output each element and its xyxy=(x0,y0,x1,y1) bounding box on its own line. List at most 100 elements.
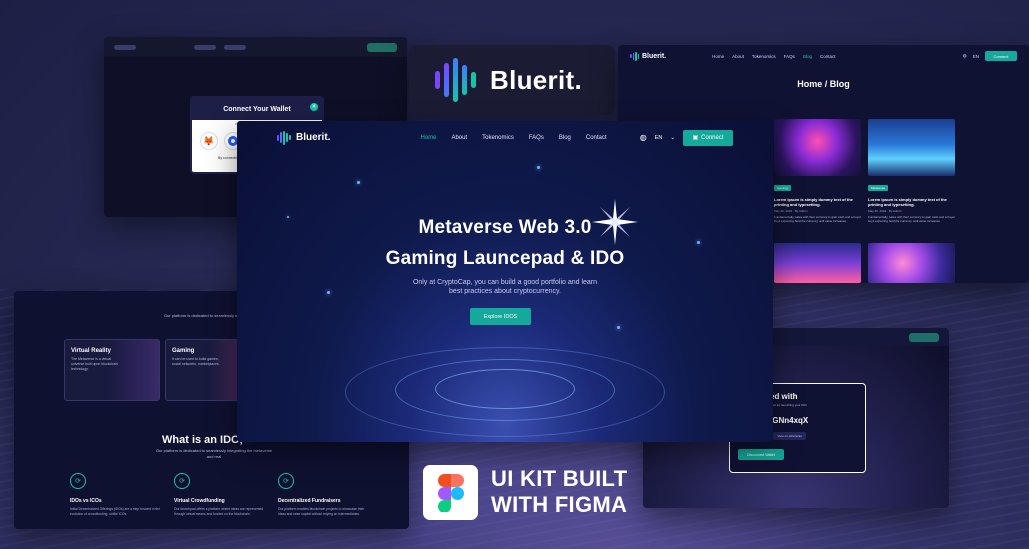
blurred-connect-button xyxy=(909,332,939,342)
view-etherscan-button[interactable]: View on etherscan xyxy=(773,432,806,440)
crowd-icon: ⟳ xyxy=(174,473,190,489)
blurred-nav xyxy=(194,44,216,50)
blog-nav-about[interactable]: About xyxy=(732,54,744,59)
feature-card-vr[interactable]: Virtual Reality The Metaverse is a virtu… xyxy=(64,339,160,401)
globe-icon[interactable]: ◍ xyxy=(640,133,647,142)
page-title: Home / Blog xyxy=(797,79,850,89)
star-dot xyxy=(537,166,540,169)
post-desc: Fundamentally, sales with their currency… xyxy=(774,215,861,223)
feature-card-gaming[interactable]: Gaming It can be used to build games, so… xyxy=(165,339,245,401)
blog-nav-home[interactable]: Home xyxy=(712,54,724,59)
fundraise-icon: ⟳ xyxy=(278,473,294,489)
ido-subtitle: Our platform is dedicated to seamlessly … xyxy=(155,448,273,459)
figma-icon xyxy=(423,465,478,520)
nav-tokenomics[interactable]: Tokenomics xyxy=(482,135,514,141)
kit-line-2: WITH FIGMA xyxy=(491,492,628,517)
ido-heading: What is an IDO, xyxy=(162,434,243,446)
metamask-icon[interactable]: 🦊 xyxy=(200,132,218,150)
bluerit-logo-icon xyxy=(435,58,476,102)
post-image xyxy=(868,243,955,283)
post-tag: Metaverse xyxy=(868,185,889,191)
showcase-stage: Connect Your Wallet × Please select a wa… xyxy=(0,0,1029,549)
blog-post-card[interactable] xyxy=(774,243,861,283)
blog-nav-blog[interactable]: Blog xyxy=(803,54,812,59)
kit-line-1: UI KIT BUILT xyxy=(491,466,628,491)
nav-home[interactable]: Home xyxy=(420,135,436,141)
star-dot xyxy=(617,326,620,329)
blog-post-card[interactable]: Metaverse Lorem Ipsum is simply dummy te… xyxy=(868,119,955,223)
ido-column-title: IDOs vs ICOs xyxy=(70,498,102,504)
figma-logo xyxy=(437,473,464,512)
ido-column-desc: Our launchpad offers a platform where id… xyxy=(174,507,264,516)
blog-post-card[interactable] xyxy=(868,243,955,283)
post-title[interactable]: Lorem Ipsum is simply dummy text of the … xyxy=(774,197,861,207)
wallet-screen-topbar xyxy=(104,37,407,57)
ido-column-desc: Initial Decentralized Offerings (IDOs) a… xyxy=(70,507,161,516)
hero-screen: Bluerit. Home About Tokenomics FAQs Blog… xyxy=(237,121,773,442)
explore-idos-label: Explore IDOS xyxy=(483,313,518,320)
nav-about[interactable]: About xyxy=(451,135,467,141)
feature-title: Gaming xyxy=(172,348,195,354)
connect-button[interactable]: ▣ Connect xyxy=(683,129,733,146)
explore-idos-button[interactable]: Explore IDOS xyxy=(470,308,531,325)
nav-faqs[interactable]: FAQs xyxy=(529,135,544,141)
wallet-icon: ▣ xyxy=(692,135,699,141)
chevron-down-icon[interactable]: ⌄ xyxy=(670,135,675,141)
connect-wallet-title: Connect Your Wallet xyxy=(223,105,291,113)
post-meta: May 20, 2022 · By Admin xyxy=(868,209,902,213)
blurred-nav xyxy=(224,44,246,50)
star-dot xyxy=(357,181,360,184)
post-image xyxy=(774,243,861,283)
blog-lang[interactable]: EN xyxy=(973,54,979,59)
ido-column: ⟳ IDOs vs ICOs Initial Decentralized Off… xyxy=(70,473,162,516)
blog-nav-right: ◍ EN Connect xyxy=(963,51,1017,61)
language-selector[interactable]: EN xyxy=(655,135,663,141)
post-title[interactable]: Lorem Ipsum is simply dummy text of the … xyxy=(868,197,955,207)
ido-column-title: Virtual Crowdfunding xyxy=(174,498,225,504)
blog-nav-faqs[interactable]: FAQs xyxy=(784,54,795,59)
bluerit-logo-icon xyxy=(277,130,291,145)
ido-column: ⟳ Decentralized Fundraisers Our platform… xyxy=(278,473,370,516)
nav-contact[interactable]: Contact xyxy=(586,135,607,141)
hero-nav-links: Home About Tokenomics FAQs Blog Contact xyxy=(420,135,606,141)
blog-post-card[interactable]: Gaming Lorem Ipsum is simply dummy text … xyxy=(774,119,861,223)
post-tag: Gaming xyxy=(774,185,791,191)
hero-headline-2: Gaming Launcepad & IDO xyxy=(385,248,625,269)
globe-icon[interactable]: ◍ xyxy=(963,53,967,59)
brand-name: Bluerit. xyxy=(490,64,582,95)
nav-blog[interactable]: Blog xyxy=(559,135,571,141)
blurred-connect-button xyxy=(367,42,397,52)
connect-wallet-header: Connect Your Wallet × xyxy=(192,98,322,120)
blog-nav-tokenomics[interactable]: Tokenomics xyxy=(752,54,776,59)
hero-logo[interactable]: Bluerit. xyxy=(277,130,331,145)
bluerit-logo-icon xyxy=(630,51,639,61)
blog-nav-contact[interactable]: Contact xyxy=(820,54,836,59)
blog-connect-label: Connect xyxy=(993,53,1009,59)
connect-label: Connect xyxy=(701,134,724,141)
disconnect-label: Disconnect Wallet xyxy=(747,452,775,457)
post-desc: Fundamentally, sales with their currency… xyxy=(868,215,955,223)
feature-desc: The Metaverse is a virtual universe buil… xyxy=(71,357,118,371)
blog-navbar: Bluerit. Home About Tokenomics FAQs Blog… xyxy=(618,45,1029,67)
feature-desc: It can be used to build games, social ne… xyxy=(172,357,220,366)
ido-column-desc: Our platform enables blockchain projects… xyxy=(278,507,365,516)
blurred-logo xyxy=(114,44,136,50)
portal-ring xyxy=(435,369,575,409)
brand-logo-card: Bluerit. xyxy=(409,45,615,115)
blog-connect-button[interactable]: Connect xyxy=(985,51,1017,61)
blog-brand-name: Bluerit. xyxy=(642,52,667,60)
ido-column: ⟳ Virtual Crowdfunding Our launchpad off… xyxy=(174,473,266,516)
network-icon: ⟳ xyxy=(70,473,86,489)
disconnect-wallet-button[interactable]: Disconnect Wallet xyxy=(738,449,784,460)
hero-paragraph-2: best practices about cryptocurrency. xyxy=(449,288,561,295)
post-image xyxy=(868,119,955,176)
hero-headline-1: Metaverse Web 3.0 xyxy=(418,217,592,238)
feature-title: Virtual Reality xyxy=(71,348,111,354)
star-dot xyxy=(697,241,700,244)
hero-nav-right: ◍ EN ⌄ ▣ Connect xyxy=(640,129,733,146)
post-meta: May 20, 2022 · By Admin xyxy=(774,209,808,213)
hero-brand-name: Bluerit. xyxy=(296,132,331,143)
close-icon[interactable]: × xyxy=(310,103,318,111)
ido-column-title: Decentralized Fundraisers xyxy=(278,498,341,504)
ui-kit-caption: UI KIT BUILT WITH FIGMA xyxy=(491,466,627,518)
